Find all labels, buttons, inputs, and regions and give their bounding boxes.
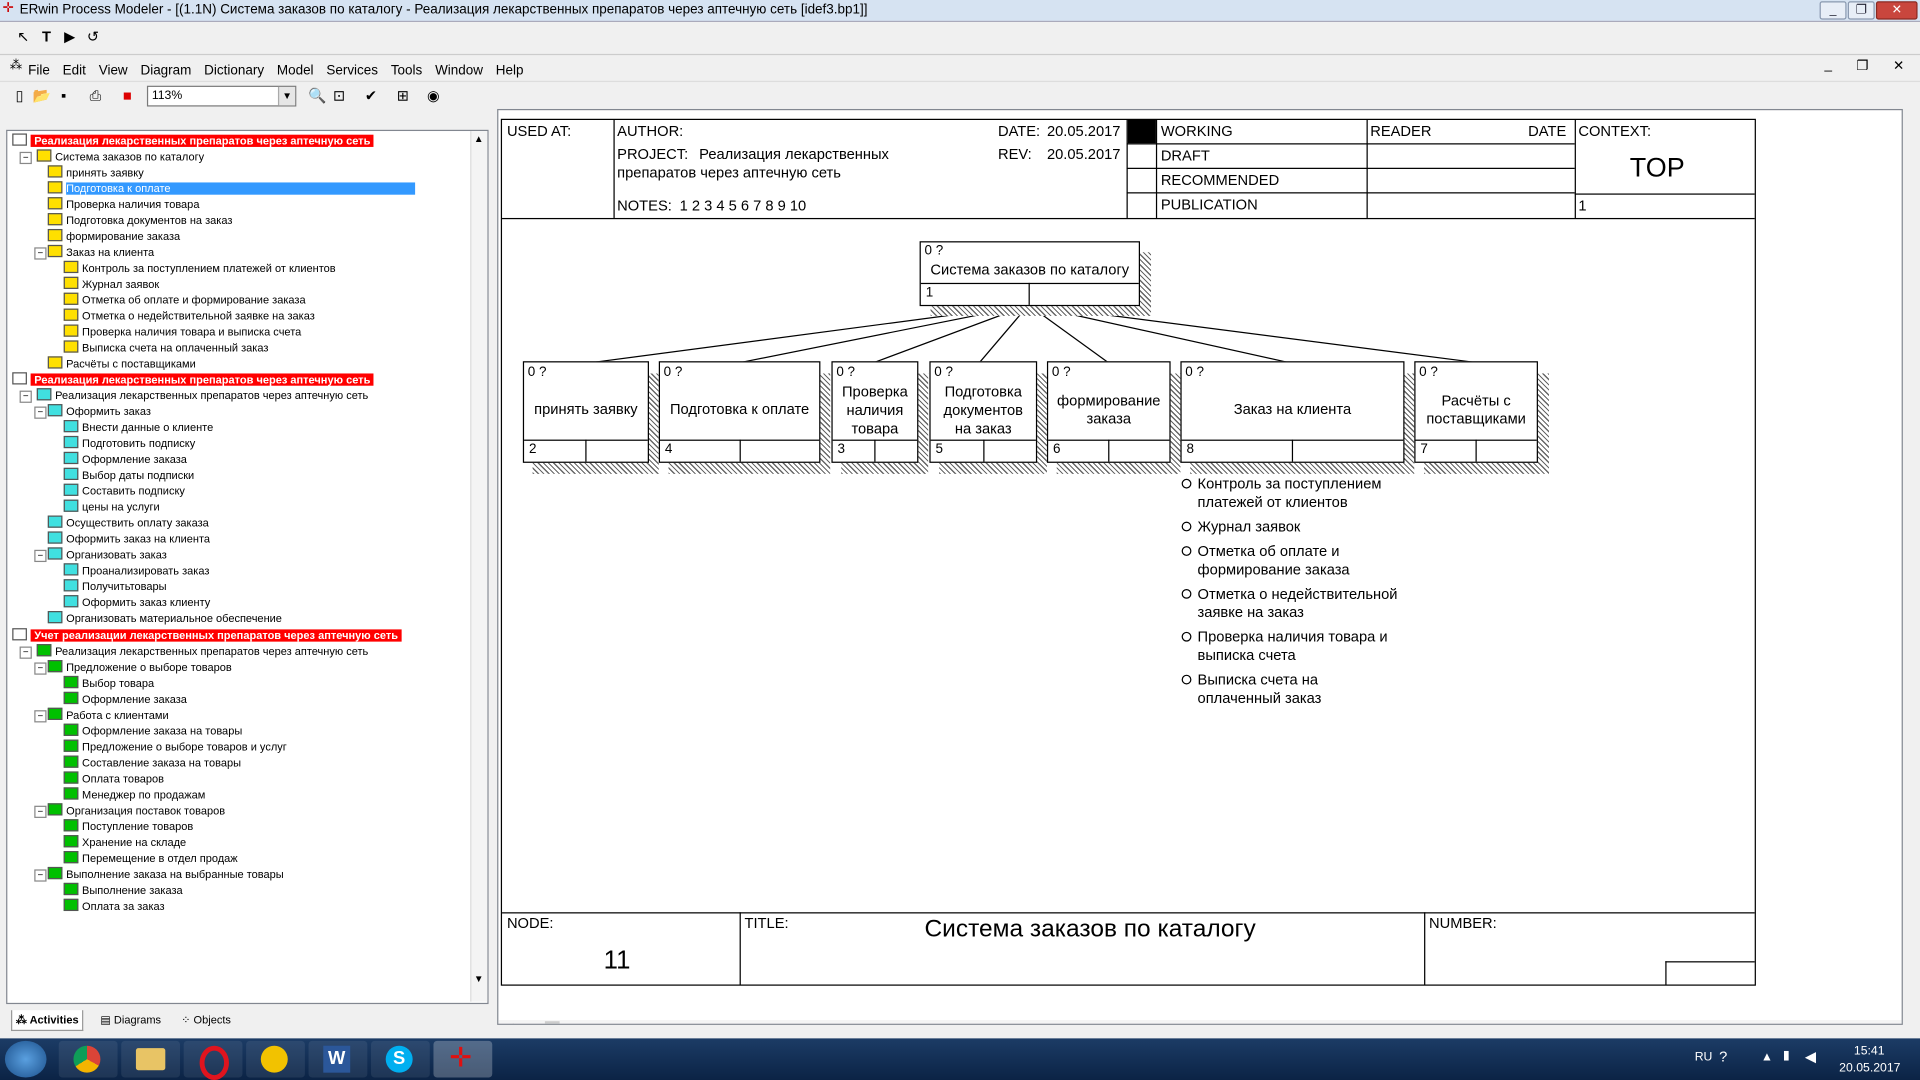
language-indicator[interactable]: RU — [1695, 1051, 1713, 1064]
child-number: 5 — [935, 442, 944, 457]
child-cost: 0 ? — [934, 364, 954, 380]
bullet-circle-icon — [1181, 631, 1192, 642]
help-icon[interactable]: ? — [1719, 1048, 1727, 1065]
diagram-note[interactable]: Журнал заявок — [1181, 518, 1300, 536]
parent-activity-box[interactable]: 0 ? Система заказов по каталогу 1 — [919, 241, 1141, 307]
skype-app-icon[interactable]: S — [371, 1040, 430, 1078]
parent-number: 1 — [925, 285, 934, 301]
child-name: Заказ на клиента — [1233, 400, 1352, 418]
child-number: 8 — [1186, 442, 1195, 457]
child-name: формирование заказа — [1057, 391, 1161, 428]
decomposition-arrows — [592, 304, 1476, 364]
clock-date[interactable]: 20.05.2017 — [1839, 1062, 1900, 1075]
erwin-app-icon[interactable]: ✛ — [433, 1040, 493, 1078]
child-activity-box-2[interactable]: 0 ? принять заявку 2 — [522, 361, 649, 463]
child-cost: 0 ? — [1185, 364, 1205, 380]
explorer-app-icon[interactable] — [121, 1040, 181, 1078]
child-activity-box-4[interactable]: 0 ? Подготовка к оплате 4 — [658, 361, 821, 463]
network-icon[interactable]: ▮ — [1783, 1049, 1790, 1062]
bullet-circle-icon — [1181, 546, 1192, 556]
messenger-app-icon[interactable] — [246, 1040, 305, 1078]
chrome-app-icon[interactable] — [58, 1040, 118, 1078]
start-button[interactable] — [4, 1040, 47, 1078]
child-cost: 0 ? — [1419, 364, 1438, 380]
parent-cost: 0 ? — [924, 243, 944, 259]
child-number: 7 — [1420, 442, 1428, 457]
child-number: 3 — [837, 442, 846, 457]
child-activity-box-6[interactable]: 0 ? формирование заказа 6 — [1046, 361, 1171, 463]
tray-arrow-icon[interactable]: ▲ — [1761, 1051, 1773, 1064]
child-number: 2 — [528, 442, 537, 457]
child-number: 4 — [664, 442, 673, 457]
child-activity-box-7[interactable]: 0 ? Расчёты с поставщиками 7 — [1414, 361, 1538, 463]
child-name: Подготовка документов на заказ — [943, 383, 1023, 438]
bullet-circle-icon — [1181, 521, 1192, 532]
diagram-note[interactable]: Отметка об оплате и формирование заказа — [1181, 542, 1350, 579]
diagram-note[interactable]: Выписка счета на оплаченный заказ — [1181, 671, 1321, 708]
diagram-note[interactable]: Проверка наличия товара и выписка счета — [1181, 628, 1388, 665]
bullet-circle-icon — [1181, 478, 1192, 489]
child-activity-box-8[interactable]: 0 ? Заказ на клиента 8 — [1180, 361, 1405, 463]
child-cost: 0 ? — [663, 364, 683, 380]
child-name: принять заявку — [534, 400, 638, 418]
diagram-note[interactable]: Контроль за поступлением платежей от клие… — [1181, 475, 1381, 512]
child-cost: 0 ? — [527, 364, 547, 380]
child-name: Подготовка к оплате — [669, 400, 810, 418]
windows-taskbar: W S ✛ RU ? ▲ ▮ ◀ 15:41 20.05.2017 — [0, 1038, 1920, 1080]
child-number: 6 — [1053, 442, 1061, 457]
diagram-note[interactable]: Отметка о недействительной заявке на зака… — [1181, 585, 1397, 622]
bullet-circle-icon — [1181, 588, 1192, 599]
word-app-icon[interactable]: W — [308, 1040, 368, 1078]
clock-time[interactable]: 15:41 — [1854, 1044, 1885, 1057]
child-name: Проверка наличия товара — [841, 383, 908, 438]
opera-app-icon[interactable] — [183, 1040, 243, 1080]
child-activity-box-5[interactable]: 0 ? Подготовка документов на заказ 5 — [929, 361, 1038, 463]
bullet-circle-icon — [1181, 674, 1192, 685]
child-cost: 0 ? — [836, 364, 856, 380]
child-cost: 0 ? — [1051, 364, 1071, 380]
volume-icon[interactable]: ◀ — [1805, 1048, 1816, 1065]
parent-name: Система заказов по каталогу — [930, 260, 1130, 278]
child-activity-box-3[interactable]: 0 ? Проверка наличия товара 3 — [831, 361, 919, 463]
child-name: Расчёты с поставщиками — [1426, 391, 1526, 428]
